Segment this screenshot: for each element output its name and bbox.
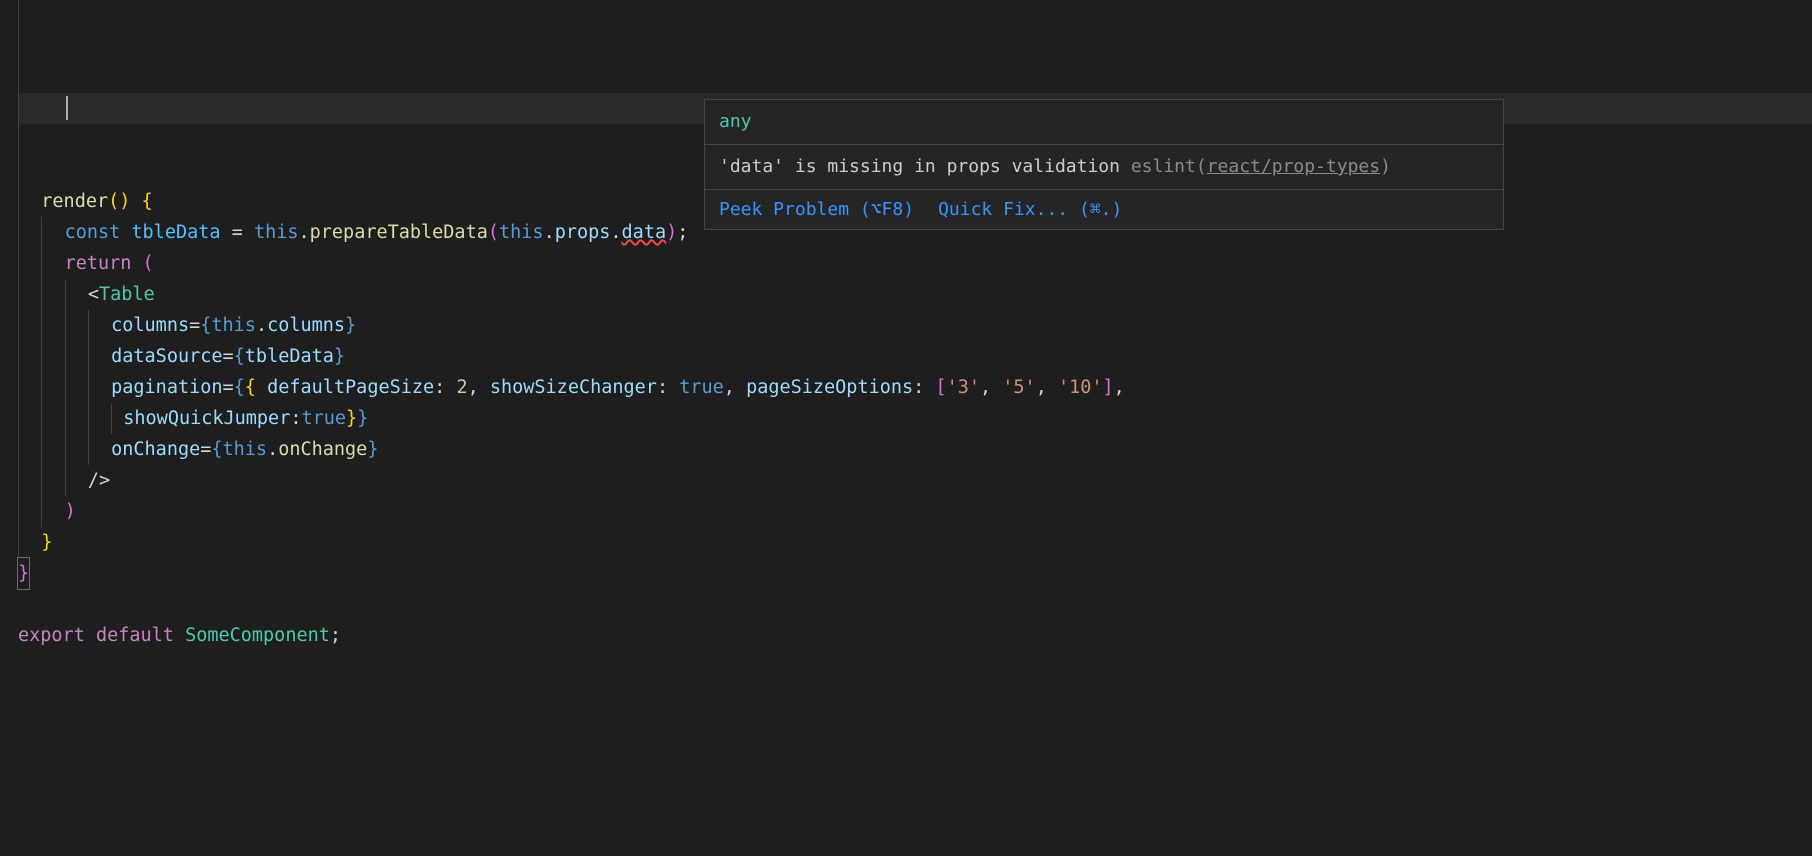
token-attr: dataSource [111,346,222,367]
code-line[interactable]: } [18,558,1812,589]
token-keyword: return [65,253,132,274]
token-error[interactable]: data [622,222,667,243]
hover-message: 'data' is missing in props validation [719,156,1120,177]
token-keyword: const [65,222,121,243]
token-component: Table [99,284,155,305]
code-line[interactable] [18,62,1812,93]
hover-source: eslint [1131,156,1196,177]
token-this: this [254,222,299,243]
hover-tooltip: any 'data' is missing in props validatio… [704,99,1504,230]
code-line[interactable]: <Table [18,279,1812,310]
code-line[interactable]: pagination={{ defaultPageSize: 2, showSi… [18,372,1812,403]
code-line[interactable]: } [18,527,1812,558]
code-line[interactable]: columns={this.columns} [18,310,1812,341]
code-line[interactable]: return ( [18,248,1812,279]
code-line[interactable]: showQuickJumper:true}} [18,403,1812,434]
token-variable: tbleData [131,222,220,243]
hover-actions-row: Peek Problem (⌥F8) Quick Fix... (⌘.) [705,189,1503,229]
peek-problem-link[interactable]: Peek Problem (⌥F8) [719,199,914,220]
code-line[interactable]: export default SomeComponent; [18,620,1812,651]
token-method: prepareTableData [310,222,488,243]
code-line[interactable] [18,31,1812,62]
code-line[interactable]: onChange={this.onChange} [18,434,1812,465]
text-cursor [66,96,68,120]
quick-fix-link[interactable]: Quick Fix... (⌘.) [938,199,1122,220]
hover-message-row: 'data' is missing in props validation es… [705,144,1503,189]
token-attr: pagination [111,377,222,398]
hover-rule-link[interactable]: react/prop-types [1207,156,1380,177]
code-line[interactable]: dataSource={tbleData} [18,341,1812,372]
token-attr: columns [111,315,189,336]
code-line[interactable] [18,589,1812,620]
code-line[interactable]: /> [18,465,1812,496]
token-keyword: export [18,625,85,646]
token-attr: onChange [111,439,200,460]
code-line[interactable] [18,0,1812,31]
hover-type-row: any [705,100,1503,144]
code-line[interactable]: ) [18,496,1812,527]
token-class: SomeComponent [185,625,330,646]
hover-type-text: any [719,111,752,132]
token-method: render [41,191,108,212]
code-editor[interactable]: render() { const tbleData = this.prepare… [0,0,1812,651]
